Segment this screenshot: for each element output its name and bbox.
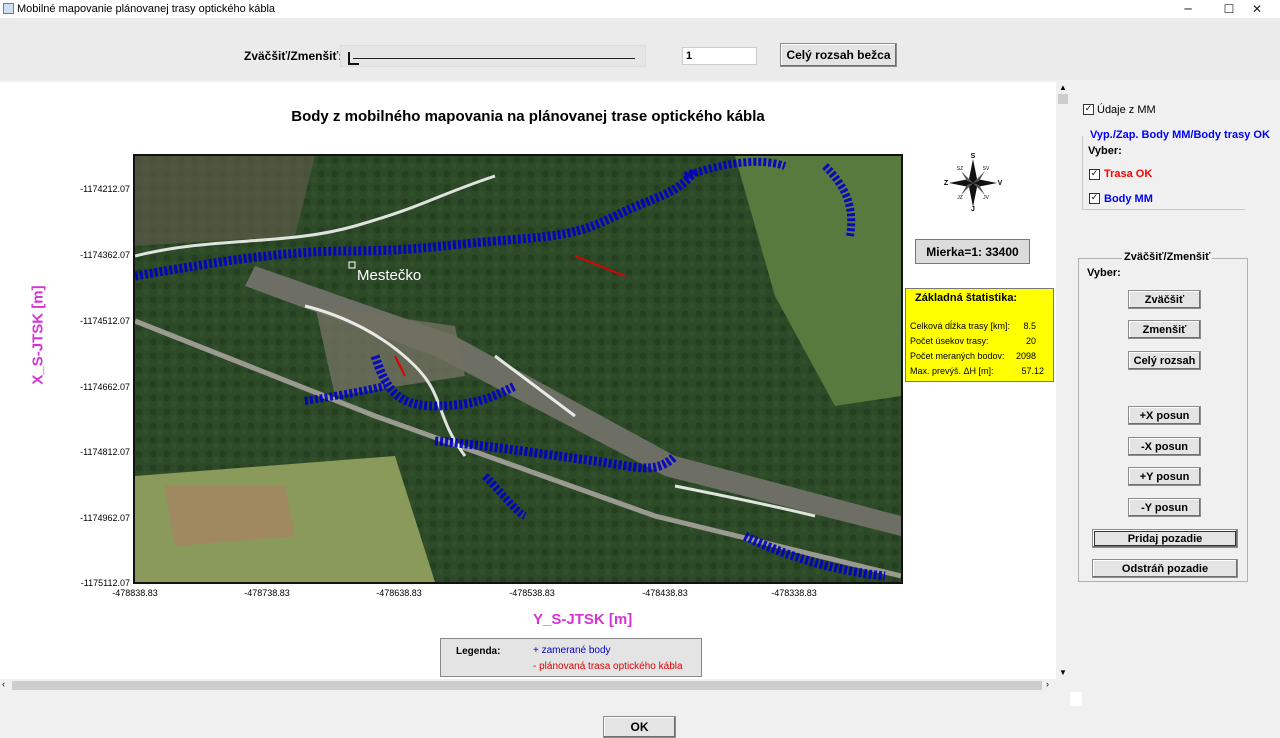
statistics-panel: Základná štatistika: Celková dĺžka trasy… bbox=[905, 288, 1054, 382]
zoom-group-title: Zväčšiť/Zmenšiť bbox=[1122, 251, 1213, 263]
stat-value: 2098 bbox=[1015, 351, 1036, 361]
scroll-thumb[interactable] bbox=[1058, 94, 1068, 104]
stat-value: 8.5 bbox=[1023, 321, 1036, 331]
y-tick-label: -1174812.07 bbox=[80, 447, 130, 457]
legend-points: + zamerané body bbox=[533, 645, 611, 656]
add-background-button[interactable]: Pridaj pozadie bbox=[1092, 529, 1238, 548]
legend-route: - plánovaná trasa optického kábla bbox=[533, 661, 683, 672]
slider-thumb[interactable] bbox=[348, 52, 359, 65]
legend-title: Legenda: bbox=[456, 646, 501, 657]
compass-sw: JZ bbox=[957, 195, 963, 201]
minimize-icon[interactable]: ─ bbox=[1165, 0, 1211, 18]
y-tick-label: -1174662.07 bbox=[80, 382, 130, 392]
mm-data-label: Údaje z MM bbox=[1097, 104, 1156, 116]
scroll-down-icon[interactable]: ▼ bbox=[1059, 668, 1067, 677]
h-scroll-thumb[interactable] bbox=[12, 681, 1042, 690]
satellite-map[interactable]: Mestečko bbox=[133, 154, 903, 584]
horizontal-scrollbar[interactable]: ‹ › bbox=[0, 679, 1056, 692]
stat-label: Max. prevýš. ΔH [m]: bbox=[910, 366, 994, 376]
stat-row: Celková dĺžka trasy [km]: 8.5 bbox=[910, 321, 1052, 331]
remove-background-button[interactable]: Odstráň pozadie bbox=[1092, 559, 1238, 578]
app-icon bbox=[3, 3, 14, 14]
pan-plus-y-button[interactable]: +Y posun bbox=[1128, 467, 1201, 486]
y-axis-title: X_S-JTSK [m] bbox=[29, 285, 47, 385]
y-tick-label: -1175112.07 bbox=[80, 578, 130, 588]
zoom-group-prompt: Vyber: bbox=[1087, 267, 1121, 279]
zoom-slider[interactable] bbox=[340, 45, 646, 67]
x-tick-label: -478738.83 bbox=[244, 588, 290, 598]
stat-value: 20 bbox=[1025, 336, 1036, 346]
scroll-corner bbox=[1070, 692, 1082, 706]
scroll-left-icon[interactable]: ‹ bbox=[2, 679, 5, 689]
scale-display: Mierka=1: 33400 bbox=[915, 239, 1030, 264]
compass-s: J bbox=[971, 206, 975, 211]
compass-e: V bbox=[998, 180, 1003, 187]
compass-n: S bbox=[971, 153, 976, 160]
compass-ne: SV bbox=[983, 166, 990, 172]
x-tick-label: -478338.83 bbox=[771, 588, 817, 598]
pan-minus-x-button[interactable]: -X posun bbox=[1128, 437, 1201, 456]
x-axis-title: Y_S-JTSK [m] bbox=[533, 611, 633, 628]
map-image: Mestečko bbox=[135, 156, 901, 582]
stat-row: Max. prevýš. ΔH [m]: 57.12 bbox=[910, 366, 1052, 376]
stat-label: Počet meraných bodov: bbox=[910, 351, 1005, 361]
scroll-up-icon[interactable]: ▲ bbox=[1059, 83, 1067, 92]
pan-minus-y-button[interactable]: -Y posun bbox=[1128, 498, 1201, 517]
scroll-right-icon[interactable]: › bbox=[1046, 679, 1049, 689]
slider-track bbox=[353, 58, 635, 59]
window-title: Mobilné mapovanie plánovanej trasy optic… bbox=[17, 3, 276, 15]
stat-value: 57.12 bbox=[1021, 366, 1044, 376]
stat-label: Celková dĺžka trasy [km]: bbox=[910, 321, 1011, 331]
legend: Legenda: + zamerané body - plánovaná tra… bbox=[440, 638, 702, 677]
compass-rose-icon: S J Z V SZ SV JZ JV bbox=[944, 153, 1003, 211]
zoom-label: Zväčšiť/Zmenšiť: bbox=[244, 49, 343, 63]
x-tick-label: -478538.83 bbox=[509, 588, 555, 598]
full-extent-side-button[interactable]: Celý rozsah bbox=[1128, 351, 1201, 370]
close-icon[interactable]: ✕ bbox=[1234, 0, 1280, 18]
title-bar: Mobilné mapovanie plánovanej trasy optic… bbox=[0, 0, 1280, 18]
zoom-in-button[interactable]: Zväčšiť bbox=[1128, 290, 1201, 309]
stat-row: Počet úsekov trasy: 20 bbox=[910, 336, 1052, 346]
pan-plus-x-button[interactable]: +X posun bbox=[1128, 406, 1201, 425]
zoom-out-button[interactable]: Zmenšiť bbox=[1128, 320, 1201, 339]
y-tick-label: -1174362.07 bbox=[80, 250, 130, 260]
mm-data-checkbox[interactable]: ✓ bbox=[1083, 104, 1094, 115]
visibility-group-title: Vyp./Zap. Body MM/Body trasy OK bbox=[1090, 129, 1270, 141]
y-tick-label: -1174962.07 bbox=[80, 513, 130, 523]
visibility-group-prompt: Vyber: bbox=[1088, 145, 1122, 157]
x-tick-label: -478638.83 bbox=[376, 588, 422, 598]
stat-label: Počet úsekov trasy: bbox=[910, 336, 989, 346]
map-title: Body z mobilného mapovania na plánovanej… bbox=[291, 108, 765, 125]
x-tick-label: -478438.83 bbox=[642, 588, 688, 598]
statistics-title: Základná štatistika: bbox=[915, 292, 1018, 304]
y-tick-label: -1174512.07 bbox=[80, 316, 130, 326]
map-place-label: Mestečko bbox=[357, 267, 421, 284]
zoom-value-field[interactable]: 1 bbox=[682, 47, 757, 65]
full-extent-button[interactable]: Celý rozsah bežca bbox=[780, 43, 897, 67]
y-tick-label: -1174212.07 bbox=[80, 184, 130, 194]
compass-se: JV bbox=[983, 195, 990, 201]
route-checkbox-label: Trasa OK bbox=[1104, 168, 1153, 180]
compass-w: Z bbox=[944, 180, 949, 187]
route-checkbox[interactable]: ✓ bbox=[1089, 169, 1100, 180]
points-checkbox-label: Body MM bbox=[1104, 193, 1153, 205]
compass-nw: SZ bbox=[957, 166, 963, 172]
stat-row: Počet meraných bodov: 2098 bbox=[910, 351, 1052, 361]
points-checkbox[interactable]: ✓ bbox=[1089, 193, 1100, 204]
x-tick-label: -478838.83 bbox=[112, 588, 158, 598]
vertical-scrollbar[interactable]: ▲ ▼ bbox=[1056, 82, 1070, 679]
